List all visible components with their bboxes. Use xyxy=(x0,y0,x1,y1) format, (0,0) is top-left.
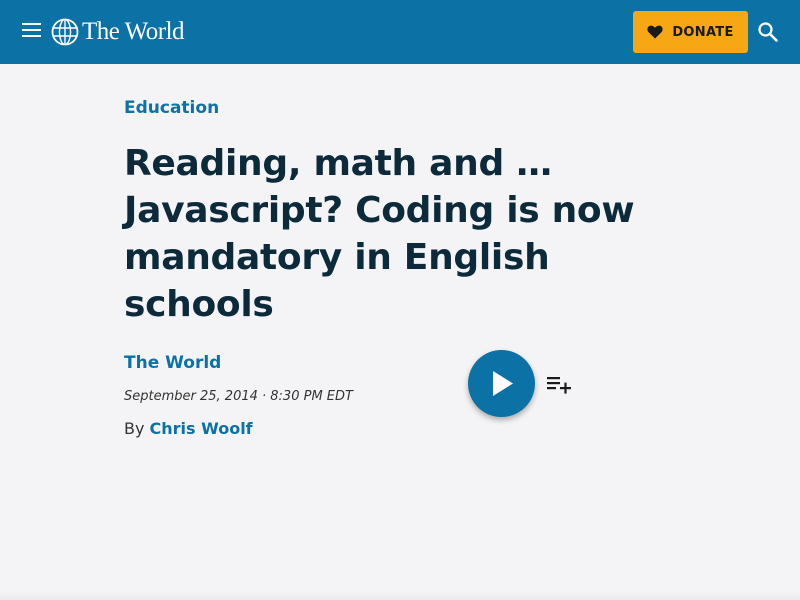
playlist-add-icon xyxy=(547,377,571,394)
donate-button[interactable]: DONATE xyxy=(633,11,748,53)
page-divider xyxy=(0,592,800,600)
menu-icon-bar xyxy=(22,29,41,31)
play-icon xyxy=(493,371,513,396)
site-logo[interactable]: The World xyxy=(51,17,185,47)
program-link[interactable]: The World xyxy=(124,353,221,373)
byline: By Chris Woolf xyxy=(124,419,253,438)
article-title: Reading, math and … Javascript? Coding i… xyxy=(124,143,635,325)
category-link[interactable]: Education xyxy=(124,98,219,118)
search-button[interactable] xyxy=(757,21,779,43)
donate-label: DONATE xyxy=(672,24,734,40)
play-audio-button[interactable] xyxy=(468,350,535,417)
menu-icon-bar xyxy=(22,23,41,25)
globe-icon xyxy=(51,18,79,46)
menu-button[interactable] xyxy=(22,23,42,41)
author-link[interactable]: Chris Woolf xyxy=(150,419,253,438)
add-to-playlist-button[interactable] xyxy=(546,374,572,394)
byline-prefix: By xyxy=(124,419,150,438)
brand-name: The World xyxy=(82,18,185,45)
search-icon xyxy=(758,22,778,42)
site-header: The World DONATE xyxy=(0,0,800,64)
article-date: September 25, 2014 · 8:30 PM EDT xyxy=(124,389,353,404)
menu-icon-bar xyxy=(22,35,41,37)
heart-icon xyxy=(647,25,663,39)
